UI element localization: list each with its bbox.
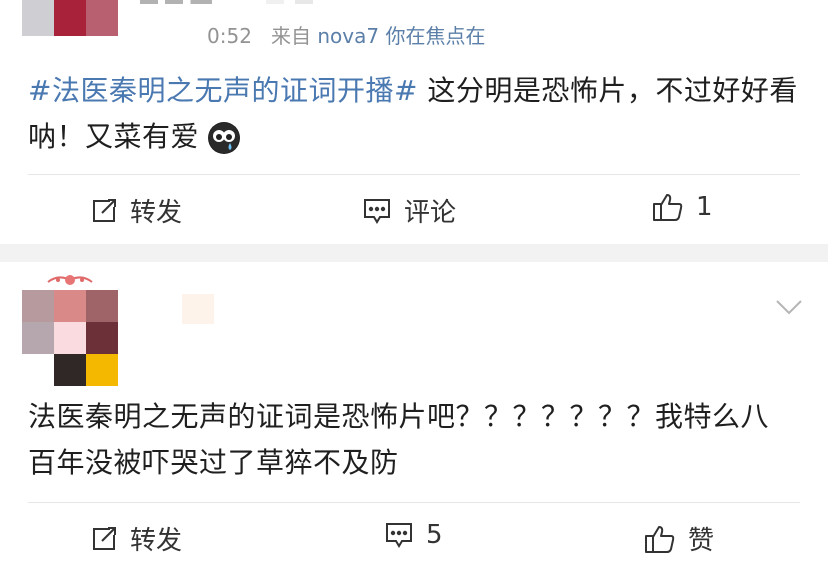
repost-label: 转发 bbox=[130, 198, 183, 228]
topic-link[interactable]: #法医秦明之无声的证词开播# bbox=[28, 74, 418, 107]
username-cropped[interactable] bbox=[140, 0, 330, 4]
repost-button[interactable]: 转发 bbox=[90, 520, 182, 557]
repost-icon bbox=[90, 197, 118, 225]
like-button[interactable]: 1 bbox=[652, 192, 713, 222]
comment-icon bbox=[362, 197, 392, 225]
source-prefix: 来自 bbox=[271, 24, 311, 48]
repost-icon bbox=[90, 525, 118, 553]
divider bbox=[28, 174, 800, 175]
comment-count: 5 bbox=[426, 520, 443, 550]
repost-button[interactable]: 转发 bbox=[90, 192, 182, 229]
comment-icon bbox=[384, 521, 414, 549]
post-text: 法医秦明之无声的证词是恐怖片吧？？？？？？？我特么八百年没被吓哭过了草猝不及防 bbox=[28, 400, 770, 479]
source-device[interactable]: nova7 你在焦点在 bbox=[317, 24, 485, 48]
like-label: 赞 bbox=[688, 526, 715, 556]
post-meta: 0:52 来自 nova7 你在焦点在 bbox=[207, 20, 485, 49]
crying-emoji-icon bbox=[208, 122, 241, 154]
comment-button[interactable]: 评论 bbox=[362, 192, 456, 229]
like-count: 1 bbox=[696, 192, 713, 222]
avatar-pendant-icon bbox=[46, 272, 94, 292]
thumbs-up-icon bbox=[652, 192, 684, 222]
post-time: 0:52 bbox=[207, 24, 252, 48]
username-redacted[interactable] bbox=[182, 294, 214, 324]
post-text: #法医秦明之无声的证词开播# 这分明是恐怖片，不过好好看呐！又菜有爱 bbox=[28, 68, 808, 160]
comment-button[interactable]: 5 bbox=[384, 520, 443, 550]
feed-separator bbox=[0, 244, 828, 262]
chevron-down-icon[interactable] bbox=[775, 298, 803, 320]
comment-label: 评论 bbox=[404, 198, 457, 228]
divider bbox=[28, 502, 800, 503]
repost-label: 转发 bbox=[130, 526, 183, 556]
like-button[interactable]: 赞 bbox=[644, 520, 714, 557]
avatar[interactable] bbox=[22, 290, 118, 386]
avatar[interactable] bbox=[22, 0, 118, 36]
thumbs-up-icon bbox=[644, 524, 676, 554]
